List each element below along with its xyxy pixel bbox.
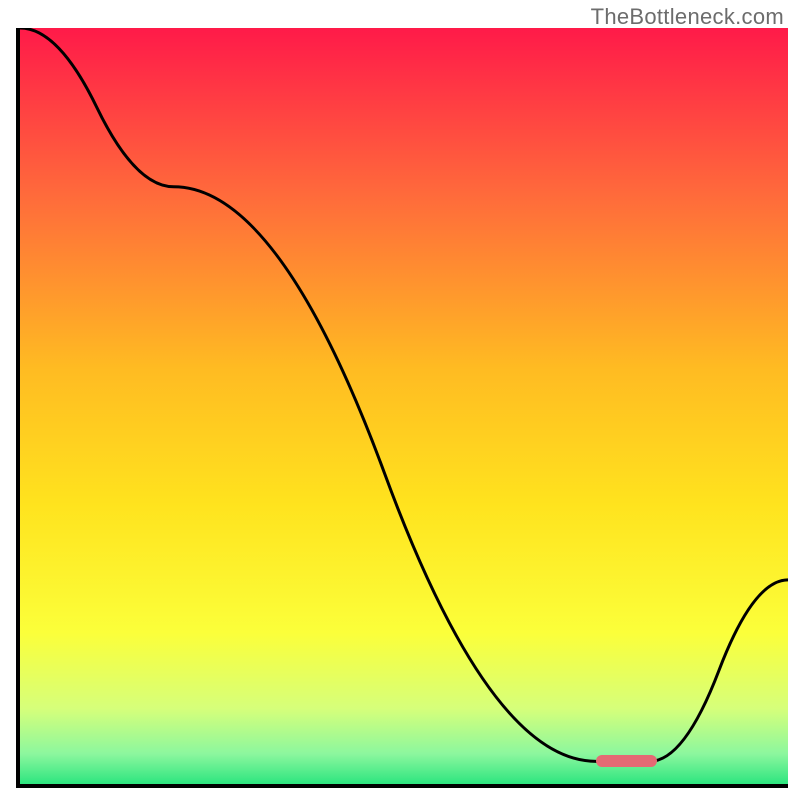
chart-frame: TheBottleneck.com xyxy=(0,0,800,800)
plot-area xyxy=(16,28,788,788)
optimal-marker xyxy=(596,755,657,767)
bottleneck-curve xyxy=(20,28,788,761)
watermark-label: TheBottleneck.com xyxy=(591,4,784,30)
curve-layer xyxy=(20,28,788,784)
